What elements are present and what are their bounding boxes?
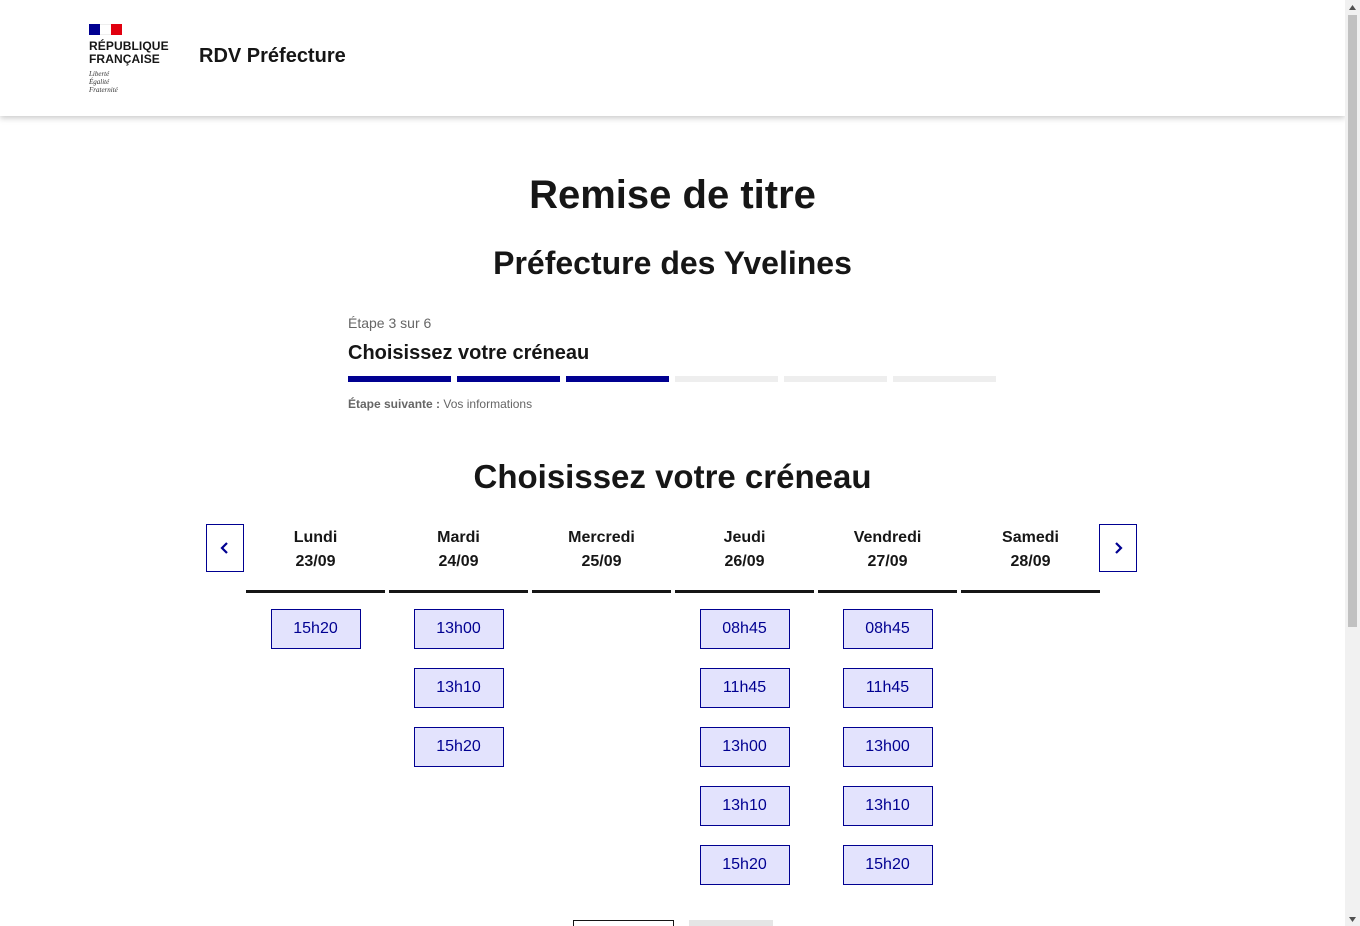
day-header: Vendredi 27/09: [818, 524, 957, 593]
time-slot-button[interactable]: 13h10: [699, 786, 790, 826]
step-bar-segment: [784, 376, 887, 382]
day-date: 23/09: [295, 553, 336, 570]
day-header: Mardi 24/09: [389, 524, 528, 593]
scrollbar-thumb[interactable]: [1348, 15, 1357, 627]
day-column: Vendredi 27/09 08h45 11h45 13h00 13h10 15h20: [818, 524, 957, 885]
time-slot-button[interactable]: 13h00: [842, 727, 933, 767]
day-column: Samedi 28/09: [961, 524, 1100, 885]
day-name: Lundi: [293, 529, 338, 546]
service-title[interactable]: RDV Préfecture: [199, 45, 346, 68]
chevron-left-icon: [220, 542, 228, 554]
day-header: Jeudi 26/09: [675, 524, 814, 593]
secondary-button[interactable]: [689, 920, 773, 926]
time-slot-button[interactable]: 15h20: [842, 845, 933, 885]
step-progress-bar: [348, 376, 998, 382]
day-header: Lundi 23/09: [246, 524, 385, 593]
page-subtitle: Préfecture des Yvelines: [493, 245, 852, 281]
scroll-up-icon[interactable]: [1345, 0, 1360, 14]
step-next: Étape suivante : Vos informations: [348, 397, 998, 411]
calendar-heading: Choisissez votre créneau: [473, 458, 872, 495]
more-slots-button[interactable]: [573, 920, 674, 926]
day-name: Mardi: [437, 529, 480, 546]
time-slot-button[interactable]: 15h20: [413, 727, 504, 767]
time-slot-button[interactable]: 13h10: [842, 786, 933, 826]
previous-week-button[interactable]: [206, 524, 244, 572]
day-date: 26/09: [724, 553, 765, 570]
slot-list: 08h45 11h45 13h00 13h10 15h20: [675, 593, 814, 885]
day-header: Mercredi 25/09: [532, 524, 671, 593]
time-slot-button[interactable]: 11h45: [842, 668, 933, 708]
step-bar-segment: [675, 376, 778, 382]
time-slot-button[interactable]: 11h45: [699, 668, 790, 708]
time-slot-button[interactable]: 13h00: [699, 727, 790, 767]
republique-francaise-logo[interactable]: RÉPUBLIQUE FRANÇAISE Liberté Égalité Fra…: [89, 24, 169, 94]
time-slot-button[interactable]: 08h45: [842, 609, 933, 649]
stepper: Étape 3 sur 6 Choisissez votre créneau É…: [348, 315, 998, 411]
time-slot-button[interactable]: 08h45: [699, 609, 790, 649]
day-name: Mercredi: [568, 529, 635, 546]
slot-list: [961, 593, 1100, 609]
step-next-value: Vos informations: [443, 397, 533, 411]
step-next-label: Étape suivante :: [348, 397, 441, 411]
slot-list: [532, 593, 671, 609]
day-column: Lundi 23/09 15h20: [246, 524, 385, 885]
day-name: Samedi: [1002, 529, 1059, 546]
vertical-scrollbar[interactable]: [1345, 0, 1360, 926]
slot-list: 15h20: [246, 593, 385, 649]
day-date: 25/09: [581, 553, 622, 570]
step-bar-segment: [457, 376, 560, 382]
time-slot-button[interactable]: 15h20: [270, 609, 361, 649]
step-bar-segment: [893, 376, 996, 382]
time-slot-button[interactable]: 13h00: [413, 609, 504, 649]
devise: Liberté Égalité Fraternité: [89, 70, 118, 94]
day-date: 28/09: [1010, 553, 1051, 570]
page: RÉPUBLIQUE FRANÇAISE Liberté Égalité Fra…: [0, 0, 1345, 926]
day-name: Vendredi: [853, 529, 922, 546]
day-date: 27/09: [867, 553, 908, 570]
day-header: Samedi 28/09: [961, 524, 1100, 593]
page-title: Remise de titre: [529, 173, 816, 217]
step-bar-segment: [566, 376, 669, 382]
header: RÉPUBLIQUE FRANÇAISE Liberté Égalité Fra…: [0, 0, 1345, 116]
logo-text: RÉPUBLIQUE FRANÇAISE: [89, 39, 169, 66]
slot-list: 13h00 13h10 15h20: [389, 593, 528, 767]
step-state: Étape 3 sur 6: [348, 315, 432, 331]
scroll-down-icon[interactable]: [1345, 912, 1360, 926]
time-slot-button[interactable]: 13h10: [413, 668, 504, 708]
day-column: Jeudi 26/09 08h45 11h45 13h00 13h10 15h20: [675, 524, 814, 885]
day-date: 24/09: [438, 553, 479, 570]
day-column: Mardi 24/09 13h00 13h10 15h20: [389, 524, 528, 885]
calendar-columns: Lundi 23/09 15h20 Mardi 24/09 13h00 13h10 15h20…: [246, 524, 1100, 885]
time-slot-button[interactable]: 15h20: [699, 845, 790, 885]
step-title: Choisissez votre créneau: [348, 342, 590, 364]
next-week-button[interactable]: [1099, 524, 1137, 572]
day-name: Jeudi: [723, 529, 766, 546]
slot-list: 08h45 11h45 13h00 13h10 15h20: [818, 593, 957, 885]
chevron-right-icon: [1115, 542, 1123, 554]
step-bar-segment: [348, 376, 451, 382]
day-column: Mercredi 25/09: [532, 524, 671, 885]
french-flag-icon: [89, 24, 122, 35]
